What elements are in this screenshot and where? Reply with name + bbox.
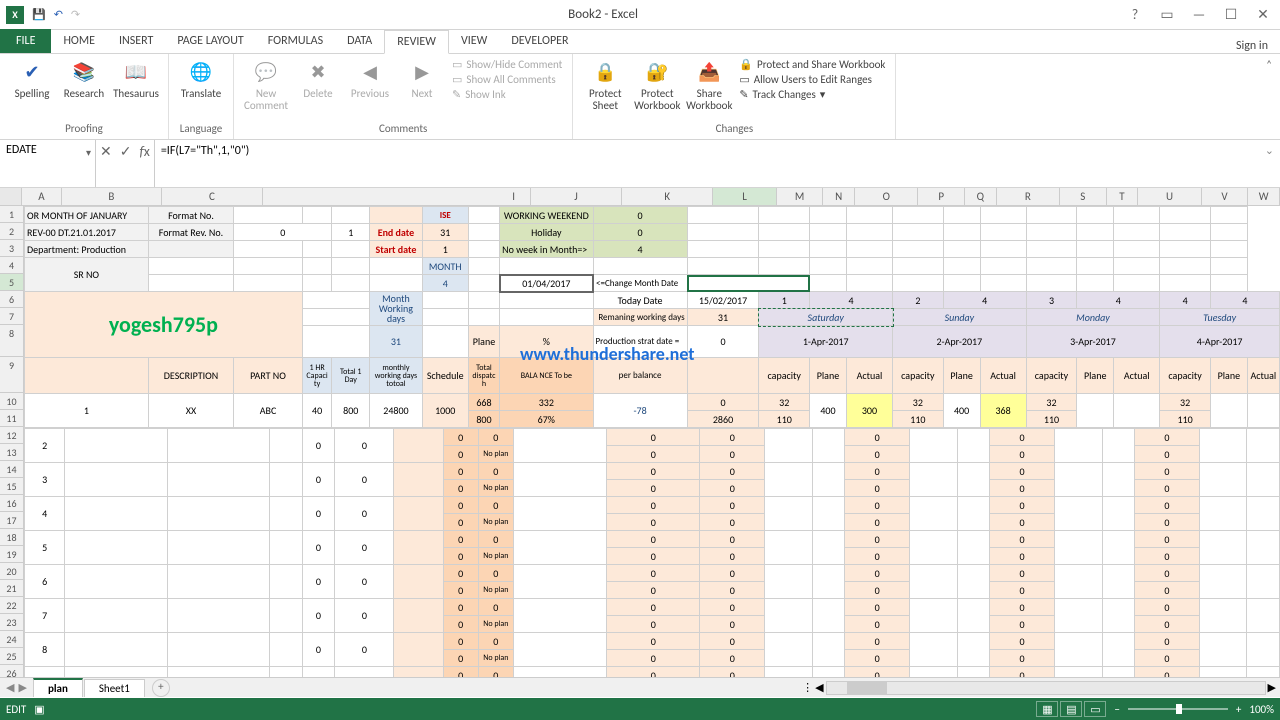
add-sheet-icon[interactable]: +: [152, 679, 170, 697]
group-language-label: Language: [177, 120, 225, 137]
protect-sheet-button[interactable]: 🔒Protect Sheet: [581, 56, 629, 114]
view-page-layout-icon[interactable]: ▤: [1060, 701, 1082, 717]
save-icon[interactable]: 💾: [32, 8, 46, 21]
macro-record-icon[interactable]: ▣: [34, 703, 44, 716]
help-icon[interactable]: ?: [1120, 3, 1150, 27]
thesaurus-button[interactable]: 📖Thesaurus: [112, 56, 160, 102]
select-all-corner[interactable]: [0, 188, 22, 205]
fx-icon[interactable]: fx: [139, 143, 149, 160]
col-O[interactable]: O: [855, 188, 918, 205]
undo-icon[interactable]: ↶: [54, 8, 63, 21]
row-headers[interactable]: 1234 5678 9 10111213 14151617 18192021 2…: [0, 206, 24, 680]
spelling-button[interactable]: ✔Spelling: [8, 56, 56, 102]
sheet-tab-sheet1[interactable]: Sheet1: [84, 679, 145, 697]
delete-comment-button: ✖Delete: [294, 56, 342, 102]
close-icon[interactable]: ✕: [1248, 3, 1278, 27]
expand-formula-bar-icon[interactable]: ⌄: [1265, 144, 1274, 157]
status-mode: EDIT: [6, 703, 26, 716]
quick-access-toolbar: X 💾 ↶ ↷: [0, 6, 86, 24]
sheet-tab-plan[interactable]: plan: [33, 678, 83, 697]
minimize-icon[interactable]: —: [1184, 3, 1214, 27]
col-I[interactable]: I: [497, 188, 531, 205]
horizontal-scrollbar[interactable]: ⋮ ◀ ▶: [802, 681, 1280, 695]
maximize-icon[interactable]: ☐: [1216, 3, 1246, 27]
col-Q[interactable]: Q: [965, 188, 997, 205]
tab-formulas[interactable]: FORMULAS: [256, 29, 335, 53]
tab-data[interactable]: DATA: [335, 29, 384, 53]
name-box-input[interactable]: [6, 143, 89, 157]
col-P[interactable]: P: [918, 188, 965, 205]
file-tab[interactable]: FILE: [0, 29, 51, 53]
col-B[interactable]: B: [62, 188, 163, 205]
zoom-slider[interactable]: [1128, 708, 1228, 710]
tab-page-layout[interactable]: PAGE LAYOUT: [165, 29, 255, 53]
name-box-dropdown-icon[interactable]: ▾: [86, 146, 91, 159]
protect-workbook-button[interactable]: 🔐Protect Workbook: [633, 56, 681, 114]
zoom-out-icon[interactable]: −: [1114, 703, 1119, 716]
col-J[interactable]: J: [531, 188, 622, 205]
col-T[interactable]: T: [1107, 188, 1139, 205]
col-W[interactable]: W: [1248, 188, 1280, 205]
sheet-tabs: ◀ ▶ plan Sheet1 + ⋮ ◀ ▶: [0, 677, 1280, 697]
group-proofing-label: Proofing: [8, 120, 160, 137]
tab-view[interactable]: VIEW: [449, 29, 499, 53]
window-title: Book2 - Excel: [86, 7, 1120, 22]
tab-review[interactable]: REVIEW: [384, 30, 449, 54]
formula-input[interactable]: [155, 140, 1280, 162]
empty-rows[interactable]: 2 0 0 0 0 0 0 0 0 0 0 No plan 0 0 0 0 0 …: [24, 428, 1280, 680]
tab-insert[interactable]: INSERT: [107, 29, 165, 53]
excel-icon: X: [6, 6, 24, 24]
formula-bar: ▾ ✕ ✓ fx ⌄: [0, 140, 1280, 188]
protect-share-button[interactable]: 🔒Protect and Share Workbook: [739, 58, 885, 71]
previous-comment-button: ◀Previous: [346, 56, 394, 102]
translate-button[interactable]: 🌐Translate: [177, 56, 225, 102]
title-bar: X 💾 ↶ ↷ Book2 - Excel ? ▭ — ☐ ✕: [0, 0, 1280, 30]
tab-developer[interactable]: DEVELOPER: [499, 29, 580, 53]
col-V[interactable]: V: [1202, 188, 1249, 205]
col-L[interactable]: L: [713, 188, 776, 205]
worksheet-grid[interactable]: www.thundershare.net A B C I J K L M N O…: [0, 188, 1280, 680]
tab-home[interactable]: HOME: [51, 29, 107, 53]
zoom-in-icon[interactable]: +: [1236, 703, 1241, 716]
cells[interactable]: OR MONTH OF JANUARY Format No. ISE WORKI…: [24, 206, 1280, 428]
ribbon: ✔Spelling 📚Research 📖Thesaurus Proofing …: [0, 54, 1280, 140]
cancel-formula-icon[interactable]: ✕: [100, 143, 112, 160]
col-A[interactable]: A: [22, 188, 61, 205]
redo-icon[interactable]: ↷: [71, 8, 80, 21]
research-button[interactable]: 📚Research: [60, 56, 108, 102]
show-all-comments-button: ▭Show All Comments: [452, 73, 562, 86]
col-C[interactable]: C: [162, 188, 263, 205]
col-K[interactable]: K: [622, 188, 713, 205]
allow-edit-ranges-button[interactable]: ▭Allow Users to Edit Ranges: [739, 73, 885, 86]
column-headers[interactable]: A B C I J K L M N O P Q R S T U V W: [0, 188, 1280, 206]
col-S[interactable]: S: [1060, 188, 1107, 205]
sign-in-link[interactable]: Sign in: [1224, 39, 1280, 53]
status-bar: EDIT ▣ ▦ ▤ ▭ − + 100%: [0, 698, 1280, 720]
col-R[interactable]: R: [997, 188, 1060, 205]
ribbon-tabs: FILE HOME INSERT PAGE LAYOUT FORMULAS DA…: [0, 30, 1280, 54]
new-comment-button: 💬New Comment: [242, 56, 290, 114]
col-N[interactable]: N: [823, 188, 855, 205]
group-changes-label: Changes: [581, 120, 887, 137]
show-hide-comment-button: ▭Show/Hide Comment: [452, 58, 562, 71]
ribbon-options-icon[interactable]: ▭: [1152, 3, 1182, 27]
col-U[interactable]: U: [1138, 188, 1201, 205]
view-normal-icon[interactable]: ▦: [1036, 701, 1058, 717]
group-comments-label: Comments: [242, 120, 564, 137]
view-page-break-icon[interactable]: ▭: [1084, 701, 1106, 717]
share-workbook-button[interactable]: 📤Share Workbook: [685, 56, 733, 114]
collapse-ribbon-icon[interactable]: ˄: [1258, 54, 1280, 139]
sheet-nav-next-icon[interactable]: ▶: [18, 681, 26, 694]
enter-formula-icon[interactable]: ✓: [120, 143, 132, 160]
name-box[interactable]: ▾: [0, 140, 96, 187]
track-changes-button[interactable]: ✎Track Changes ▾: [739, 88, 885, 101]
zoom-level[interactable]: 100%: [1249, 703, 1274, 716]
col-M[interactable]: M: [777, 188, 824, 205]
sheet-nav-prev-icon[interactable]: ◀: [6, 681, 14, 694]
show-ink-button: ✎Show Ink: [452, 88, 562, 101]
next-comment-button: ▶Next: [398, 56, 446, 102]
